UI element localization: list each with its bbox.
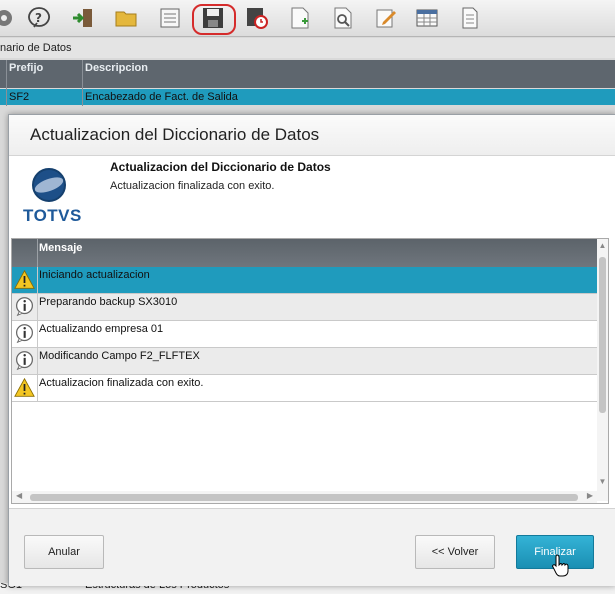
info-icon bbox=[12, 348, 38, 374]
table-icon[interactable] bbox=[415, 6, 439, 30]
horizontal-scrollbar[interactable]: ◀ ▶ bbox=[12, 491, 597, 503]
exit-icon[interactable] bbox=[71, 6, 95, 30]
column-divider bbox=[6, 60, 7, 106]
scroll-up-icon[interactable]: ▲ bbox=[598, 241, 607, 251]
warning-icon bbox=[12, 375, 38, 401]
anular-button[interactable]: Anular bbox=[24, 535, 104, 569]
info-icon bbox=[12, 294, 38, 320]
column-divider bbox=[37, 239, 38, 267]
background-selected-row[interactable]: SF2 Encabezado de Fact. de Salida bbox=[0, 89, 615, 105]
open-folder-icon[interactable] bbox=[114, 6, 138, 30]
svg-text:?: ? bbox=[35, 11, 42, 25]
header-subtitle: Actualizacion finalizada con exito. bbox=[110, 180, 275, 192]
dialog-title: Actualizacion del Diccionario de Datos bbox=[30, 125, 320, 144]
scroll-thumb[interactable] bbox=[599, 257, 606, 413]
info-icon bbox=[12, 321, 38, 347]
hand-cursor-icon bbox=[552, 554, 569, 577]
toolbar: ? bbox=[0, 0, 615, 37]
background-grid-header: Prefijo Descripcion bbox=[0, 60, 615, 88]
scroll-thumb[interactable] bbox=[30, 494, 578, 501]
vertical-scrollbar[interactable]: ▲ ▼ bbox=[597, 239, 608, 501]
row-message: Actualizacion finalizada con exito. bbox=[39, 377, 204, 389]
schedule-icon[interactable] bbox=[245, 6, 269, 30]
scroll-left-icon[interactable]: ◀ bbox=[16, 491, 22, 500]
grid-row[interactable]: Actualizando empresa 01 bbox=[12, 321, 597, 348]
row-message: Modificando Campo F2_FLFTEX bbox=[39, 350, 200, 362]
help-icon[interactable]: ? bbox=[27, 6, 51, 30]
column-prefijo[interactable]: Prefijo bbox=[9, 62, 43, 74]
column-mensaje[interactable]: Mensaje bbox=[39, 242, 82, 254]
totvs-logo-text: TOTVS bbox=[23, 206, 82, 225]
grid-row[interactable]: Actualizacion finalizada con exito. bbox=[12, 375, 597, 402]
background-window-title: nario de Datos bbox=[0, 38, 615, 58]
messages-grid[interactable]: Mensaje Iniciando actualizacion Preparan… bbox=[11, 238, 609, 504]
document-icon[interactable] bbox=[458, 6, 482, 30]
grid-row[interactable]: Modificando Campo F2_FLFTEX bbox=[12, 348, 597, 375]
column-divider bbox=[82, 60, 83, 106]
scroll-right-icon[interactable]: ▶ bbox=[587, 491, 593, 500]
list-icon[interactable] bbox=[158, 6, 182, 30]
grid-row[interactable]: Iniciando actualizacion bbox=[12, 267, 597, 294]
search-document-icon[interactable] bbox=[331, 6, 355, 30]
warning-icon bbox=[12, 267, 38, 293]
row-prefijo: SF2 bbox=[9, 91, 30, 103]
dialog-title-bar: Actualizacion del Diccionario de Datos bbox=[9, 115, 615, 156]
row-message: Actualizando empresa 01 bbox=[39, 323, 164, 335]
column-descripcion[interactable]: Descripcion bbox=[85, 62, 148, 74]
grid-header: Mensaje bbox=[12, 239, 597, 267]
save-highlight bbox=[192, 4, 236, 35]
gear-icon[interactable] bbox=[0, 6, 16, 30]
grid-row[interactable]: Preparando backup SX3010 bbox=[12, 294, 597, 321]
update-dialog: Actualizacion del Diccionario de Datos T… bbox=[8, 114, 615, 586]
add-document-icon[interactable] bbox=[288, 6, 312, 30]
row-message: Iniciando actualizacion bbox=[39, 269, 150, 281]
edit-icon[interactable] bbox=[374, 6, 398, 30]
row-message: Preparando backup SX3010 bbox=[39, 296, 178, 308]
scroll-down-icon[interactable]: ▼ bbox=[598, 477, 607, 487]
volver-button[interactable]: << Volver bbox=[415, 535, 495, 569]
dialog-footer: Anular << Volver Finalizar bbox=[9, 508, 615, 586]
row-descripcion: Encabezado de Fact. de Salida bbox=[85, 91, 238, 103]
header-title: Actualizacion del Diccionario de Datos bbox=[110, 160, 331, 174]
